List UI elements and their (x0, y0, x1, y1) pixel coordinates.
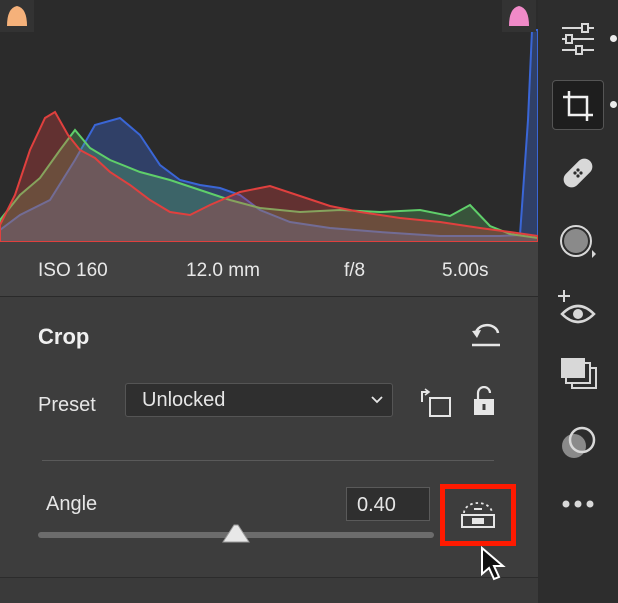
exif-info-bar: ISO 160 12.0 mm f/8 5.00s (0, 242, 538, 297)
next-panel-edge (0, 577, 538, 603)
panel-indicator-dot-active (610, 101, 617, 108)
panel-title: Crop (38, 324, 90, 349)
crop-panel: Crop Preset Unlocked Angle 0.40 (0, 297, 538, 577)
crop-icon[interactable] (552, 80, 604, 130)
histogram-graph (0, 29, 538, 242)
preset-label: Preset (38, 394, 96, 416)
masking-icon[interactable] (552, 216, 604, 266)
straighten-tool-button[interactable] (440, 484, 516, 546)
rotate-aspect-icon[interactable] (418, 388, 454, 420)
level-straighten-icon (461, 502, 495, 528)
exif-aperture: f/8 (344, 260, 366, 281)
reset-icon (472, 323, 500, 347)
snapshots-icon[interactable] (552, 418, 604, 468)
shadow-clipping-toggle[interactable] (0, 0, 34, 32)
exif-focal-length: 12.0 mm (186, 260, 260, 281)
angle-label: Angle (46, 493, 98, 515)
preset-value: Unlocked (142, 389, 226, 411)
exif-iso: ISO 160 (38, 260, 108, 281)
editor-panel: ISO 160 12.0 mm f/8 5.00s Crop Preset Un… (0, 0, 538, 603)
mouse-cursor-icon (481, 546, 506, 581)
preset-dropdown[interactable]: Unlocked (125, 383, 393, 417)
angle-slider-thumb[interactable] (221, 521, 251, 545)
angle-value-field[interactable]: 0.40 (346, 487, 430, 521)
histogram (0, 0, 538, 242)
unlock-icon[interactable] (470, 386, 498, 418)
more-icon[interactable] (552, 482, 604, 532)
panel-indicator-dot (610, 35, 617, 42)
tool-rail (538, 0, 618, 602)
healing-bandage-icon[interactable] (552, 148, 604, 198)
exif-shutter-speed: 5.00s (442, 260, 489, 281)
red-eye-icon[interactable] (552, 284, 604, 334)
presets-icon[interactable] (552, 352, 604, 402)
angle-value: 0.40 (357, 494, 396, 516)
highlight-clipping-toggle[interactable] (502, 0, 536, 32)
chevron-down-icon (371, 396, 383, 404)
reset-crop-button[interactable] (468, 321, 504, 351)
edit-sliders-icon[interactable] (552, 14, 604, 64)
divider (42, 460, 494, 461)
